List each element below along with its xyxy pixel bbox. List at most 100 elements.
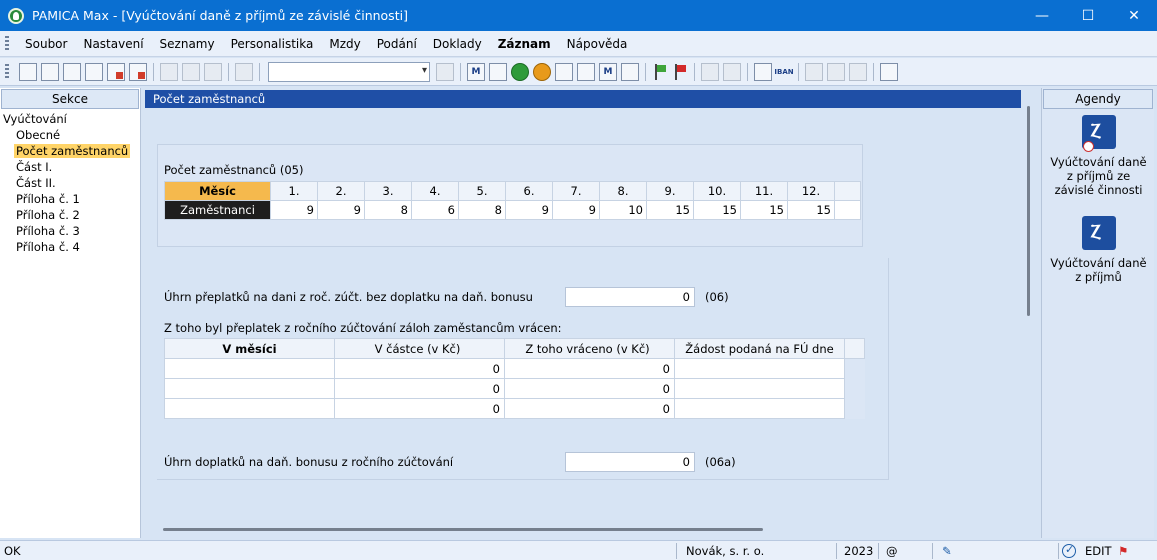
tree-item-pocet-zamestnancu[interactable]: Počet zaměstnanců: [0, 143, 140, 159]
menu-nastaveni[interactable]: Nastavení: [75, 37, 151, 51]
employee-count-cell[interactable]: 9: [552, 200, 600, 220]
delete-icon[interactable]: [204, 62, 222, 81]
folder-icon[interactable]: [701, 62, 719, 81]
agenda-item-vyuctovani-prijmu[interactable]: Vyúčtování daně z příjmů: [1042, 216, 1155, 284]
tree-item-priloha-4[interactable]: Příloha č. 4: [0, 239, 140, 255]
refund-cell[interactable]: [164, 398, 335, 419]
toolbar-separator: [153, 62, 154, 81]
vertical-scroll-thumb[interactable]: [1027, 106, 1030, 316]
menu-mzdy[interactable]: Mzdy: [321, 37, 368, 51]
panel3-icon[interactable]: [849, 62, 867, 81]
preview-icon[interactable]: [85, 62, 103, 81]
employee-count-cell[interactable]: 15: [740, 200, 788, 220]
person-green-icon[interactable]: [511, 62, 529, 81]
agenda-label: Vyúčtování daně z příjmů: [1050, 256, 1147, 284]
menu-napoveda[interactable]: Nápověda: [559, 37, 636, 51]
tree-item-vyuctovani[interactable]: Vyúčtování: [0, 111, 140, 127]
clipboard-icon[interactable]: [235, 62, 253, 81]
count-blank: [834, 200, 861, 220]
m-doc-icon[interactable]: M: [599, 62, 617, 81]
employees-label: Počet zaměstnanců (05): [164, 163, 304, 177]
refund-cell[interactable]: [674, 398, 845, 419]
m-icon[interactable]: M: [467, 62, 485, 81]
toolbar-separator: [645, 62, 646, 81]
bonus-label: Úhrn doplatků na daň. bonusu z ročního z…: [164, 455, 454, 469]
calculator-icon[interactable]: [754, 62, 772, 81]
add-doc-icon[interactable]: [621, 62, 639, 81]
refund-cell[interactable]: 0: [504, 378, 675, 399]
menu-doklady[interactable]: Doklady: [425, 37, 490, 51]
refund-cell[interactable]: 0: [334, 398, 505, 419]
refund-cell[interactable]: [164, 358, 335, 379]
maximize-button[interactable]: ☐: [1065, 0, 1111, 31]
filter-icon[interactable]: [436, 62, 454, 81]
employee-count-cell[interactable]: 15: [646, 200, 694, 220]
filter-combo[interactable]: [268, 61, 430, 82]
status-separator: [878, 543, 879, 559]
person-orange-icon[interactable]: [533, 62, 551, 81]
check-clock-icon[interactable]: [577, 62, 595, 81]
panel2-icon[interactable]: [827, 62, 845, 81]
employee-count-cell[interactable]: 8: [458, 200, 506, 220]
agenda-label: Vyúčtování daně z příjmů ze závislé činn…: [1050, 155, 1147, 197]
bonus-input[interactable]: 0: [565, 452, 695, 472]
pdf-icon[interactable]: [107, 62, 125, 81]
refund-cell[interactable]: 0: [504, 358, 675, 379]
status-separator: [932, 543, 933, 559]
refund-cell[interactable]: [674, 358, 845, 379]
sections-tree: Vyúčtování Obecné Počet zaměstnanců Část…: [0, 109, 140, 255]
green-flag-icon[interactable]: [653, 63, 667, 80]
iban-icon[interactable]: IBAN: [774, 68, 794, 76]
tree-item-cast-2[interactable]: Část II.: [0, 175, 140, 191]
close-button[interactable]: ✕: [1111, 0, 1157, 31]
status-company: Novák, s. r. o.: [686, 544, 765, 558]
vertical-scrollbar[interactable]: [1024, 104, 1034, 516]
employee-count-cell[interactable]: 9: [505, 200, 553, 220]
overpayment-input[interactable]: 0: [565, 287, 695, 307]
horizontal-scrollbar[interactable]: [163, 528, 763, 531]
menu-zaznam[interactable]: Záznam: [490, 37, 559, 51]
tree-item-obecne[interactable]: Obecné: [0, 127, 140, 143]
employee-count-cell[interactable]: 10: [599, 200, 647, 220]
help-icon[interactable]: [880, 62, 898, 81]
agenda-item-vyuctovani-zavisla[interactable]: Vyúčtování daně z příjmů ze závislé činn…: [1042, 115, 1155, 197]
employees-table: Měsíc 1. 2. 3. 4. 5. 6. 7. 8. 9. 10. 11.…: [164, 181, 861, 220]
refund-cell[interactable]: [674, 378, 845, 399]
copy-icon[interactable]: [41, 62, 59, 81]
employee-count-cell[interactable]: 8: [364, 200, 412, 220]
print-icon[interactable]: [63, 62, 81, 81]
employee-count-cell[interactable]: 15: [787, 200, 835, 220]
menu-personalistika[interactable]: Personalistika: [223, 37, 322, 51]
refund-cell[interactable]: 0: [334, 378, 505, 399]
toolbar-separator: [460, 62, 461, 81]
app-icon: [8, 7, 24, 24]
tree-item-priloha-2[interactable]: Příloha č. 2: [0, 207, 140, 223]
calc-icon[interactable]: [489, 62, 507, 81]
open-icon[interactable]: [19, 62, 37, 81]
month-3: 3.: [364, 181, 412, 201]
refund-cell[interactable]: 0: [334, 358, 505, 379]
main-header: Počet zaměstnanců: [145, 90, 1021, 108]
clock-icon[interactable]: [555, 62, 573, 81]
refund-cell[interactable]: 0: [504, 398, 675, 419]
tree-item-cast-1[interactable]: Část I.: [0, 159, 140, 175]
minimize-button[interactable]: —: [1019, 0, 1065, 31]
employee-count-cell[interactable]: 6: [411, 200, 459, 220]
employee-count-cell[interactable]: 9: [270, 200, 318, 220]
export-icon[interactable]: [129, 62, 147, 81]
duplicate-icon[interactable]: [182, 62, 200, 81]
red-flag-icon[interactable]: [673, 63, 687, 80]
tree-item-priloha-1[interactable]: Příloha č. 1: [0, 191, 140, 207]
menu-seznamy[interactable]: Seznamy: [152, 37, 223, 51]
employee-count-cell[interactable]: 9: [317, 200, 365, 220]
panel-icon[interactable]: [805, 62, 823, 81]
employee-count-cell[interactable]: 15: [693, 200, 741, 220]
folder-dropdown-icon[interactable]: [723, 62, 741, 81]
tree-item-priloha-3[interactable]: Příloha č. 3: [0, 223, 140, 239]
new-record-icon[interactable]: [160, 62, 178, 81]
toolbar-separator: [228, 62, 229, 81]
window-title: PAMICA Max - [Vyúčtování daně z příjmů z…: [32, 8, 408, 23]
menu-podani[interactable]: Podání: [369, 37, 425, 51]
menu-soubor[interactable]: Soubor: [17, 37, 75, 51]
refund-cell[interactable]: [164, 378, 335, 399]
